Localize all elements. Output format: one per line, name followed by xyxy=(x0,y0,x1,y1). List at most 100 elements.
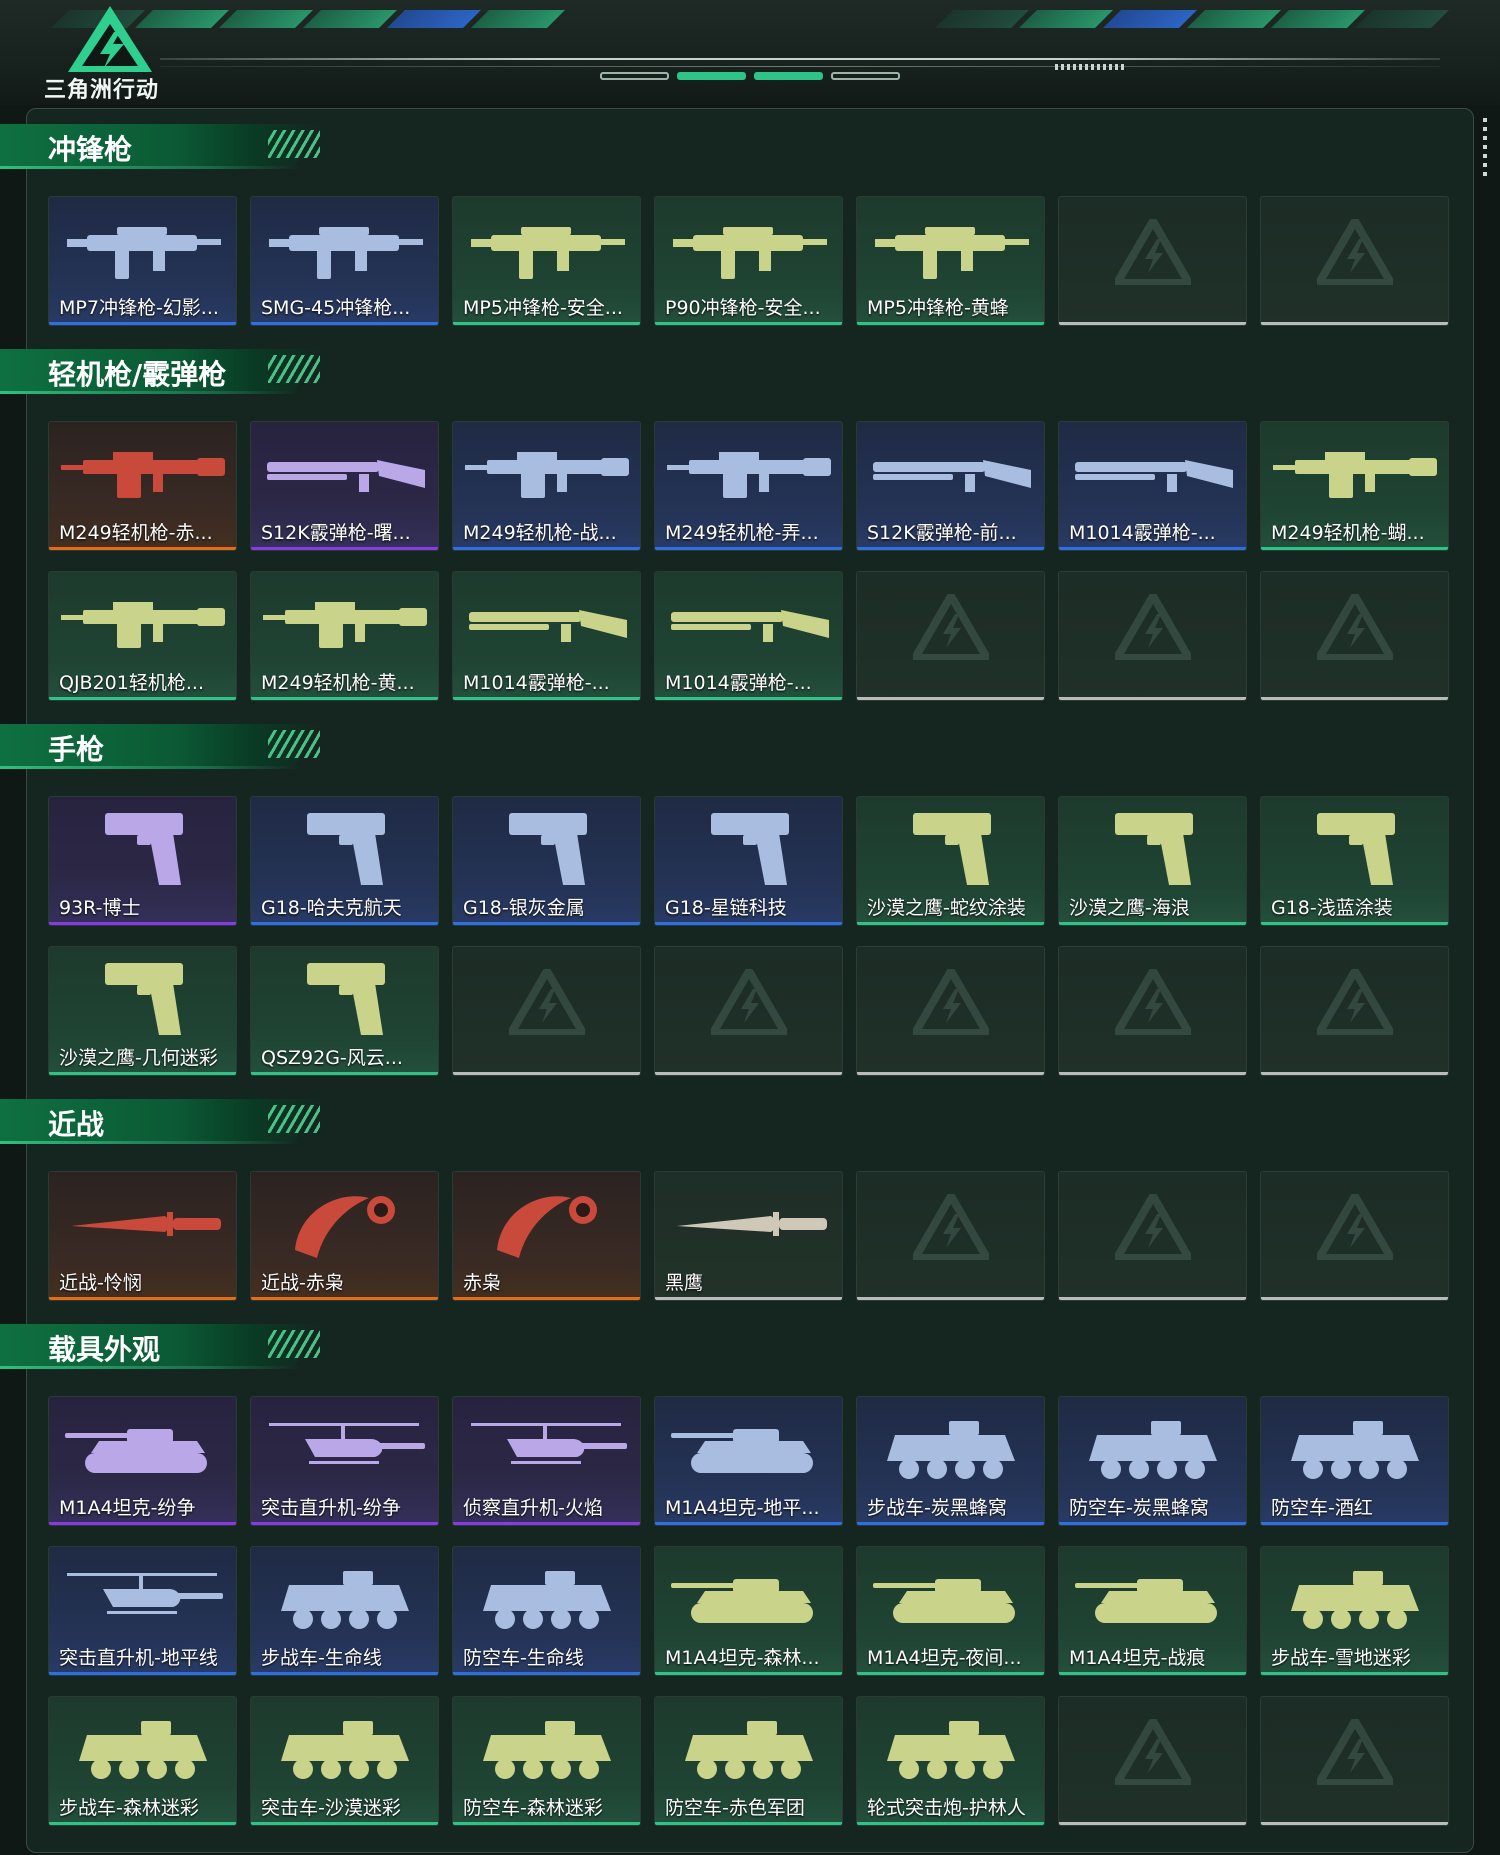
empty-item-slot xyxy=(654,946,843,1076)
item-card[interactable]: M1A4坦克-战痕 xyxy=(1058,1546,1247,1676)
item-name: G18-哈夫克航天 xyxy=(261,897,402,919)
item-card[interactable]: 防空车-赤色军团 xyxy=(654,1696,843,1826)
rarity-bar xyxy=(453,322,640,325)
item-card[interactable]: 近战-赤枭 xyxy=(250,1171,439,1301)
item-card[interactable]: S12K霰弹枪-前... xyxy=(856,421,1045,551)
item-card[interactable]: 侦察直升机-火焰 xyxy=(452,1396,641,1526)
item-card[interactable]: 轮式突击炮-护林人 xyxy=(856,1696,1045,1826)
apc-icon xyxy=(865,1405,1037,1491)
empty-slot-icon xyxy=(706,963,792,1037)
item-card[interactable]: 步战车-生命线 xyxy=(250,1546,439,1676)
rarity-bar xyxy=(857,697,1044,700)
rarity-bar xyxy=(1059,922,1246,925)
item-name: 突击车-沙漠迷彩 xyxy=(261,1797,401,1819)
item-card[interactable]: M1014霰弹枪-... xyxy=(452,571,641,701)
item-card[interactable]: 93R-博士 xyxy=(48,796,237,926)
item-card[interactable]: M1A4坦克-地平... xyxy=(654,1396,843,1526)
apc-icon xyxy=(259,1555,431,1641)
section-header: 冲锋枪 xyxy=(0,120,330,170)
item-card[interactable]: 步战车-森林迷彩 xyxy=(48,1696,237,1826)
item-card[interactable]: 突击直升机-地平线 xyxy=(48,1546,237,1676)
lmg-icon xyxy=(259,580,431,666)
item-card[interactable]: 近战-怜悯 xyxy=(48,1171,237,1301)
empty-item-slot xyxy=(1260,1696,1449,1826)
banner-line xyxy=(160,58,1440,60)
item-card[interactable]: 沙漠之鹰-蛇纹涂装 xyxy=(856,796,1045,926)
tank-icon xyxy=(865,1555,1037,1641)
rarity-bar xyxy=(453,547,640,550)
item-card[interactable]: 防空车-森林迷彩 xyxy=(452,1696,641,1826)
item-card[interactable]: M1A4坦克-夜间... xyxy=(856,1546,1045,1676)
helicopter-icon xyxy=(259,1405,431,1491)
item-card[interactable]: M249轻机枪-弄... xyxy=(654,421,843,551)
pistol-icon xyxy=(865,805,1037,891)
empty-item-slot xyxy=(856,1171,1045,1301)
empty-item-slot xyxy=(1260,571,1449,701)
lmg-icon xyxy=(1269,430,1441,516)
empty-item-slot xyxy=(1260,1171,1449,1301)
item-card[interactable]: P90冲锋枪-安全... xyxy=(654,196,843,326)
rarity-bar xyxy=(655,1297,842,1300)
item-name: 轮式突击炮-护林人 xyxy=(867,1797,1026,1819)
rarity-bar xyxy=(1059,1672,1246,1675)
knife-icon xyxy=(57,1180,229,1266)
item-card[interactable]: G18-银灰金属 xyxy=(452,796,641,926)
item-card[interactable]: 步战车-炭黑蜂窝 xyxy=(856,1396,1045,1526)
item-card[interactable]: M249轻机枪-赤... xyxy=(48,421,237,551)
rarity-bar xyxy=(49,322,236,325)
item-name: G18-浅蓝涂装 xyxy=(1271,897,1393,919)
item-card[interactable]: 赤枭 xyxy=(452,1171,641,1301)
item-name: 近战-赤枭 xyxy=(261,1272,344,1294)
item-card[interactable]: QJB201轻机枪... xyxy=(48,571,237,701)
item-card[interactable]: 防空车-生命线 xyxy=(452,1546,641,1676)
pistol-icon xyxy=(259,955,431,1041)
item-card[interactable]: MP5冲锋枪-安全... xyxy=(452,196,641,326)
item-card[interactable]: G18-哈夫克航天 xyxy=(250,796,439,926)
apc-icon xyxy=(461,1705,633,1791)
item-card[interactable]: MP7冲锋枪-幻影... xyxy=(48,196,237,326)
item-name: M1A4坦克-夜间... xyxy=(867,1647,1022,1669)
item-card[interactable]: G18-浅蓝涂装 xyxy=(1260,796,1449,926)
pistol-icon xyxy=(1269,805,1441,891)
item-card[interactable]: M1A4坦克-森林... xyxy=(654,1546,843,1676)
item-name: M249轻机枪-黄... xyxy=(261,672,415,694)
item-name: M249轻机枪-赤... xyxy=(59,522,213,544)
item-card[interactable]: 步战车-雪地迷彩 xyxy=(1260,1546,1449,1676)
item-name: 黑鹰 xyxy=(665,1272,704,1294)
item-card[interactable]: M1014霰弹枪-... xyxy=(654,571,843,701)
item-card[interactable]: M249轻机枪-黄... xyxy=(250,571,439,701)
item-card[interactable]: M249轻机枪-蝴... xyxy=(1260,421,1449,551)
item-card[interactable]: 防空车-炭黑蜂窝 xyxy=(1058,1396,1247,1526)
rarity-bar xyxy=(1059,1822,1246,1825)
rarity-bar xyxy=(1261,1297,1448,1300)
rarity-bar xyxy=(251,1072,438,1075)
item-card[interactable]: 黑鹰 xyxy=(654,1171,843,1301)
item-card[interactable]: 防空车-酒红 xyxy=(1260,1396,1449,1526)
item-card[interactable]: M1014霰弹枪-... xyxy=(1058,421,1247,551)
item-card[interactable]: SMG-45冲锋枪... xyxy=(250,196,439,326)
item-card[interactable]: 突击直升机-纷争 xyxy=(250,1396,439,1526)
section-header: 近战 xyxy=(0,1095,330,1145)
item-name: 侦察直升机-火焰 xyxy=(463,1497,603,1519)
rarity-bar xyxy=(857,1822,1044,1825)
item-name: 近战-怜悯 xyxy=(59,1272,142,1294)
scroll-indicator[interactable] xyxy=(1483,118,1487,178)
item-card[interactable]: 突击车-沙漠迷彩 xyxy=(250,1696,439,1826)
item-card[interactable]: 沙漠之鹰-海浪 xyxy=(1058,796,1247,926)
banner-stripes-right xyxy=(935,10,1449,30)
empty-slot-icon xyxy=(504,963,590,1037)
item-card[interactable]: 沙漠之鹰-几何迷彩 xyxy=(48,946,237,1076)
item-card[interactable]: S12K霰弹枪-曙... xyxy=(250,421,439,551)
item-card[interactable]: M1A4坦克-纷争 xyxy=(48,1396,237,1526)
section-title: 手枪 xyxy=(48,733,105,766)
rarity-bar xyxy=(1059,322,1246,325)
apc-icon xyxy=(663,1705,835,1791)
item-card[interactable]: G18-星链科技 xyxy=(654,796,843,926)
item-card[interactable]: QSZ92G-风云... xyxy=(250,946,439,1076)
item-name: 防空车-炭黑蜂窝 xyxy=(1069,1497,1209,1519)
item-card[interactable]: M249轻机枪-战... xyxy=(452,421,641,551)
section-title: 近战 xyxy=(48,1108,105,1141)
item-card[interactable]: MP5冲锋枪-黄蜂 xyxy=(856,196,1045,326)
rarity-bar xyxy=(1261,322,1448,325)
item-name: 沙漠之鹰-几何迷彩 xyxy=(59,1047,218,1069)
